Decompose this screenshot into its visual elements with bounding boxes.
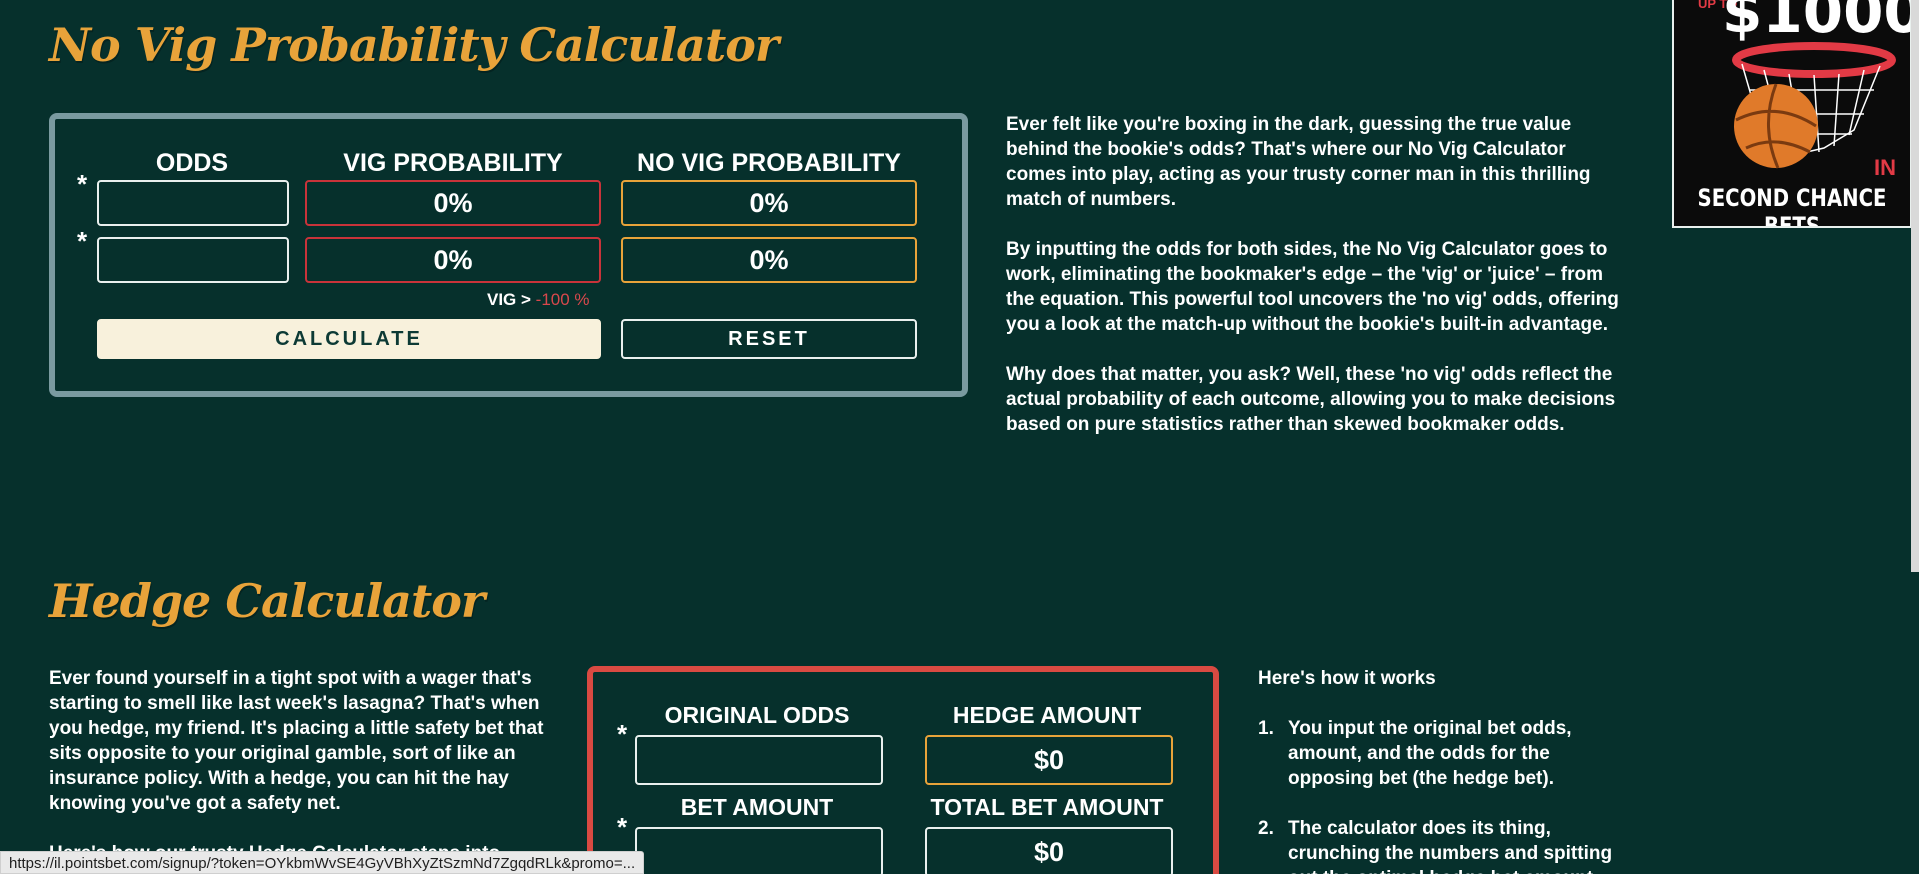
calculate-button[interactable]: CALCULATE xyxy=(97,319,601,359)
promo-ad-banner[interactable]: UP TO $1000 IN SECOND CHANCE BETS xyxy=(1672,0,1912,228)
step-number: 2. xyxy=(1258,818,1274,839)
novig-description-p3: Why does that matter, you ask? Well, the… xyxy=(1006,364,1616,435)
required-star: * xyxy=(617,812,628,842)
bet-amount-input[interactable] xyxy=(635,827,883,874)
no-vig-probability-1: 0% xyxy=(621,180,917,226)
vig-probability-2: 0% xyxy=(305,237,601,283)
hedge-how-it-works: Here's how it works 1. You input the ori… xyxy=(1258,666,1628,874)
reset-button[interactable]: RESET xyxy=(621,319,917,359)
hedge-intro-p1: Ever found yourself in a tight spot with… xyxy=(49,668,544,814)
hedge-intro: Ever found yourself in a tight spot with… xyxy=(49,666,559,874)
ad-tagline: SECOND CHANCE BETS xyxy=(1697,184,1887,228)
scrollbar-thumb[interactable] xyxy=(1911,0,1919,572)
total-bet-amount-value: $0 xyxy=(925,827,1173,874)
vig-probability-1: 0% xyxy=(305,180,601,226)
bet-amount-header: BET AMOUNT xyxy=(680,794,834,820)
required-star: * xyxy=(617,719,628,749)
how-it-works-list: 1. You input the original bet odds, amou… xyxy=(1258,716,1628,874)
odds-header: ODDS xyxy=(155,149,229,177)
hedge-amount-header: HEDGE AMOUNT xyxy=(952,702,1142,728)
step-text: The calculator does its thing, crunching… xyxy=(1288,818,1613,874)
novig-calculator-panel: ODDS VIG PROBABILITY NO VIG PROBABILITY … xyxy=(49,113,968,397)
novig-description-p1: Ever felt like you're boxing in the dark… xyxy=(1006,114,1591,210)
step-number: 1. xyxy=(1258,718,1274,739)
no-vig-probability-2: 0% xyxy=(621,237,917,283)
odds-input-2[interactable] xyxy=(97,237,289,283)
vig-probability-header: VIG PROBABILITY xyxy=(343,149,563,177)
odds-input-1[interactable] xyxy=(97,180,289,226)
original-odds-header: ORIGINAL ODDS xyxy=(664,702,850,728)
list-item: 2. The calculator does its thing, crunch… xyxy=(1258,816,1628,874)
status-bar-url: https://il.pointsbet.com/signup/?token=O… xyxy=(0,851,645,874)
list-item: 1. You input the original bet odds, amou… xyxy=(1258,716,1628,791)
vig-note-label: VIG > xyxy=(487,290,531,309)
hedge-amount-value: $0 xyxy=(925,735,1173,785)
hedge-title: Hedge Calculator xyxy=(49,574,485,628)
original-odds-input[interactable] xyxy=(635,735,883,785)
no-vig-probability-header: NO VIG PROBABILITY xyxy=(637,149,901,177)
novig-description: Ever felt like you're boxing in the dark… xyxy=(1006,112,1626,462)
ad-in: IN xyxy=(1874,155,1896,180)
required-star: * xyxy=(77,226,88,256)
novig-description-p2: By inputting the odds for both sides, th… xyxy=(1006,239,1619,335)
how-it-works-title: Here's how it works xyxy=(1258,668,1436,689)
novig-title: No Vig Probability Calculator xyxy=(49,18,779,72)
vig-note: VIG > -100 % xyxy=(487,290,590,310)
hedge-calculator-panel: ORIGINAL ODDS HEDGE AMOUNT * $0 BET AMOU… xyxy=(587,666,1219,874)
required-star: * xyxy=(77,169,88,199)
step-text: You input the original bet odds, amount,… xyxy=(1288,718,1572,789)
total-bet-amount-header: TOTAL BET AMOUNT xyxy=(930,794,1164,820)
vig-note-value: -100 % xyxy=(535,290,590,309)
